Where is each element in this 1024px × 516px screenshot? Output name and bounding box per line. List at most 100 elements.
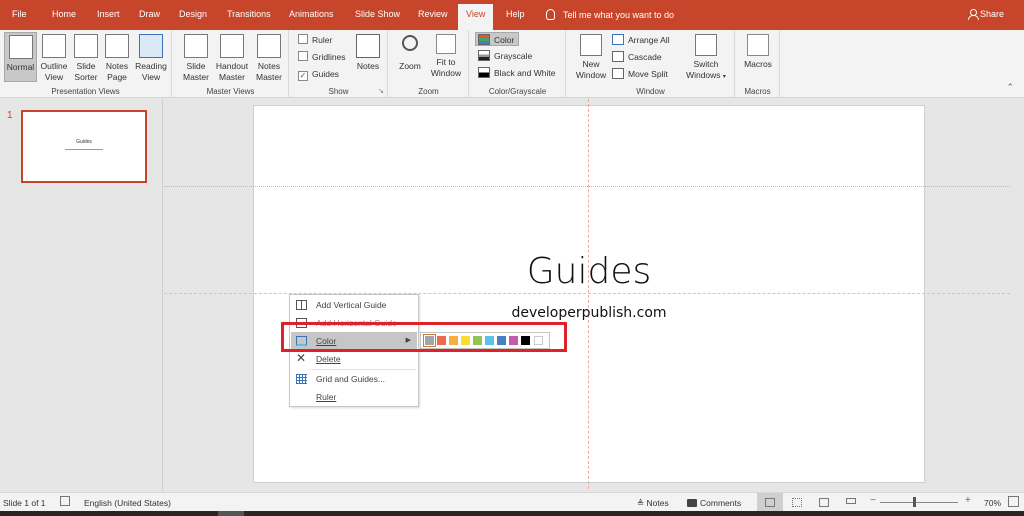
gridlines-label: Gridlines	[312, 52, 346, 62]
handout-label-2: Master	[219, 72, 245, 82]
vertical-guide[interactable]	[588, 99, 589, 489]
fit-to-window-button[interactable]: Fit to Window	[427, 32, 465, 79]
outline-view-button[interactable]: Outline View	[38, 32, 70, 83]
group-window: New Window Arrange All Cascade Move Spli…	[567, 30, 735, 98]
spell-check-icon[interactable]	[60, 496, 70, 506]
notes-toggle[interactable]: ≜ Notes	[637, 498, 669, 509]
tab-help[interactable]: Help	[506, 9, 525, 19]
tab-design[interactable]: Design	[179, 9, 207, 19]
tab-transitions[interactable]: Transitions	[227, 9, 271, 19]
tab-animations[interactable]: Animations	[289, 9, 334, 19]
menu-item-delete[interactable]: ✕ Delete	[291, 350, 417, 368]
notes-master-label-2: Master	[256, 72, 282, 82]
zoom-percent[interactable]: 70%	[984, 498, 1001, 508]
menu-item-grid-and-guides[interactable]: Grid and Guides...	[291, 370, 417, 388]
new-label-1: New	[582, 59, 600, 69]
zoom-out-button[interactable]: −	[870, 495, 876, 506]
tab-file[interactable]: File	[12, 9, 27, 19]
share-button[interactable]: Share	[968, 9, 1004, 20]
zoom-button[interactable]: Zoom	[395, 32, 425, 72]
switch-windows-button[interactable]: Switch Windows ▾	[682, 32, 730, 83]
new-window-icon	[580, 34, 602, 56]
slide-master-label-2: Master	[183, 72, 209, 82]
reading-label-1: Reading	[135, 61, 167, 71]
macros-button[interactable]: Macros	[740, 32, 776, 70]
slide-sorter-button[interactable]: Slide Sorter	[72, 32, 100, 83]
slide-title[interactable]: Guides	[253, 251, 925, 292]
slide-master-button[interactable]: Slide Master	[181, 32, 211, 83]
slide-master-icon	[184, 34, 208, 58]
group-label: Master Views	[206, 87, 255, 96]
guides-label: Guides	[312, 69, 339, 79]
move-split-icon	[612, 68, 624, 79]
arrange-all-button[interactable]: Arrange All	[612, 33, 670, 47]
taskbar-item[interactable]	[218, 511, 244, 516]
grayscale-button[interactable]: Grayscale	[478, 49, 532, 63]
fit-slide-icon[interactable]	[1008, 496, 1019, 507]
checkbox-icon	[298, 51, 308, 61]
black-and-white-button[interactable]: Black and White	[478, 66, 555, 80]
dialog-launcher-icon[interactable]: ↘	[378, 87, 384, 95]
tab-home[interactable]: Home	[52, 9, 76, 19]
tab-insert[interactable]: Insert	[97, 9, 120, 19]
group-label: Color/Grayscale	[488, 87, 547, 96]
tab-slide-show[interactable]: Slide Show	[355, 9, 400, 19]
black-white-icon	[478, 67, 490, 78]
slide-number: 1	[7, 110, 13, 121]
cascade-button[interactable]: Cascade	[612, 50, 662, 64]
tell-me-search[interactable]: Tell me what you want to do	[546, 9, 674, 20]
comments-toggle[interactable]: Comments	[687, 498, 741, 508]
notes-icon	[356, 34, 380, 58]
new-window-button[interactable]: New Window	[573, 32, 609, 81]
tab-draw[interactable]: Draw	[139, 9, 160, 19]
normal-view-button[interactable]: Normal	[4, 32, 37, 82]
ribbon-tab-bar: File Home Insert Draw Design Transitions…	[0, 0, 1024, 30]
gridlines-checkbox[interactable]: Gridlines	[298, 50, 346, 64]
group-label: Presentation Views	[51, 87, 120, 96]
group-macros: Macros Macros	[736, 30, 780, 98]
normal-view-icon	[8, 35, 33, 59]
slide-thumbnail[interactable]: Guides	[21, 110, 147, 183]
comments-label: Comments	[700, 498, 742, 508]
notes-master-button[interactable]: Notes Master	[254, 32, 284, 83]
language-indicator[interactable]: English (United States)	[84, 498, 171, 508]
collapse-ribbon-icon[interactable]: ⌃	[1006, 82, 1014, 93]
zoom-slider-thumb[interactable]	[913, 497, 916, 507]
sorter-icon	[792, 498, 802, 507]
menu-item-ruler[interactable]: Ruler	[291, 388, 417, 406]
reading-view-status-button[interactable]	[811, 493, 837, 512]
comment-icon	[687, 499, 697, 507]
cascade-label: Cascade	[628, 52, 662, 62]
tab-review[interactable]: Review	[418, 9, 448, 19]
normal-view-status-button[interactable]	[757, 493, 783, 512]
switch-label-2-wrap: Windows ▾	[682, 70, 730, 83]
notes-page-label-2: Page	[107, 72, 127, 82]
group-zoom: Zoom Fit to Window Zoom	[389, 30, 469, 98]
menu-label: Ruler	[316, 392, 337, 402]
thumbnail-subtitle	[65, 149, 103, 150]
notes-button[interactable]: Notes	[354, 32, 382, 72]
fit-window-icon	[436, 34, 456, 54]
tab-view[interactable]: View	[458, 4, 494, 30]
zoom-in-button[interactable]: +	[965, 495, 971, 506]
slideshow-status-button[interactable]	[838, 493, 864, 512]
normal-icon	[765, 498, 775, 507]
outline-label-2: View	[44, 72, 64, 82]
group-label: Macros	[744, 87, 771, 96]
zoom-label: Zoom	[399, 61, 421, 71]
slide-count: Slide 1 of 1	[3, 498, 46, 508]
taskbar	[0, 511, 1024, 516]
reading-view-button[interactable]: Reading View	[134, 32, 168, 83]
menu-item-add-vertical-guide[interactable]: Add Vertical Guide	[291, 296, 417, 314]
move-split-button[interactable]: Move Split	[612, 67, 668, 81]
zoom-slider-track[interactable]	[880, 502, 958, 503]
color-button[interactable]: Color	[475, 32, 520, 46]
guides-checkbox[interactable]: ✓ Guides	[298, 67, 339, 81]
horizontal-guide[interactable]	[164, 186, 1010, 187]
arrange-all-icon	[612, 34, 624, 45]
slide-sorter-status-button[interactable]	[784, 493, 810, 512]
person-icon	[968, 9, 979, 20]
ruler-checkbox[interactable]: Ruler	[298, 33, 332, 47]
handout-master-button[interactable]: Handout Master	[213, 32, 251, 83]
notes-page-button[interactable]: Notes Page	[103, 32, 131, 83]
